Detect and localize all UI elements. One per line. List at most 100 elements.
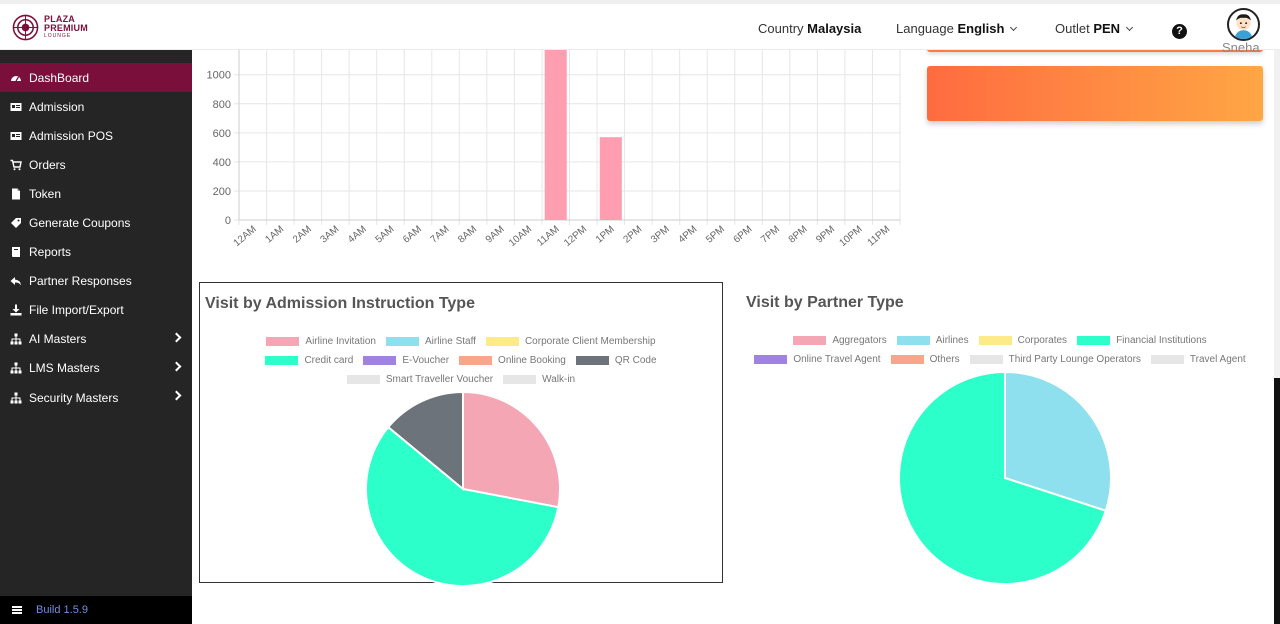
sidebar-item-label: AI Masters (29, 332, 87, 347)
legend-label: Financial Institutions (1116, 334, 1207, 346)
outlet-dropdown[interactable]: Outlet PEN (1055, 21, 1134, 36)
sidebar-item-ai-masters[interactable]: AI Masters (0, 325, 192, 354)
sidebar-item-label: Security Masters (29, 390, 119, 405)
bar-1pm (599, 137, 622, 220)
sidebar-item-partner-responses[interactable]: Partner Responses (0, 267, 192, 296)
legend-item[interactable]: Online Booking (454, 353, 571, 367)
sidebar-item-dashboard[interactable]: DashBoard (0, 63, 192, 93)
summary-card (927, 66, 1263, 121)
admission-instruction-pie (365, 390, 561, 587)
x-tick-label: 10AM (507, 224, 534, 249)
legend-label: Airline Invitation (305, 335, 376, 347)
x-tick-label: 6AM (401, 224, 424, 246)
sidebar-item-admission[interactable]: Admission (0, 92, 192, 121)
sidebar-item-file-import-export[interactable]: File Import/Export (0, 296, 192, 325)
legend-swatch (459, 355, 493, 365)
legend-swatch (503, 374, 537, 384)
dashboard-icon (10, 72, 22, 84)
legend-swatch (485, 336, 519, 346)
cart-icon (10, 159, 22, 171)
legend-item[interactable]: Third Party Lounge Operators (965, 352, 1146, 366)
x-tick-label: 5PM (704, 224, 727, 246)
legend-item[interactable]: Airline Invitation (261, 334, 381, 348)
sidebar-item-label: Generate Coupons (29, 216, 131, 231)
sidebar-item-reports[interactable]: Reports (0, 238, 192, 267)
legend-label: Airlines (935, 334, 969, 346)
bar-11am (544, 50, 567, 220)
reply-icon (10, 275, 22, 287)
legend-label: Airline Staff (425, 335, 476, 347)
partner-type-pie (898, 370, 1112, 585)
legend-item[interactable]: Corporates (974, 333, 1072, 347)
sidebar-item-generate-coupons[interactable]: Generate Coupons (0, 208, 192, 237)
sidebar-item-orders[interactable]: Orders (0, 150, 192, 179)
x-tick-label: 2AM (291, 224, 314, 246)
user-avatar-icon (1234, 14, 1253, 39)
x-tick-label: 8PM (787, 224, 810, 246)
chevron-right-icon (171, 390, 182, 401)
legend-swatch (363, 355, 397, 365)
legend-swatch (346, 374, 380, 384)
legend-item[interactable]: Walk-in (498, 372, 580, 386)
legend-label: Corporates (1017, 334, 1068, 346)
legend-item[interactable]: Aggregators (788, 333, 891, 347)
legend-item[interactable]: Smart Traveller Voucher (342, 372, 498, 386)
help-icon[interactable]: ? (1172, 24, 1187, 39)
sidebar-item-label: Reports (29, 245, 72, 260)
legend-swatch (896, 335, 930, 345)
x-tick-label: 1AM (263, 224, 286, 246)
legend-item[interactable]: QR Code (571, 353, 662, 367)
plaza-logo-icon (12, 14, 39, 41)
sidebar: DashBoard Admission Admission POS Orders Tok… (0, 50, 192, 624)
x-tick-label: 12AM (232, 224, 259, 249)
x-tick-label: 7AM (429, 224, 452, 246)
legend-label: Third Party Lounge Operators (1008, 353, 1141, 365)
x-tick-label: 9PM (814, 224, 837, 246)
pos-icon (10, 130, 22, 142)
book-icon (10, 246, 22, 258)
legend-item[interactable]: Airlines (892, 333, 974, 347)
admission-instruction-panel: Visit by Admission Instruction Type Airl… (199, 282, 723, 587)
sidebar-item-lms-masters[interactable]: LMS Masters (0, 354, 192, 383)
legend-item[interactable]: Travel Agent (1146, 352, 1251, 366)
sidebar-item-security-masters[interactable]: Security Masters (0, 383, 192, 412)
x-tick-label: 11PM (866, 224, 893, 249)
legend-item[interactable]: Credit card (260, 353, 358, 367)
sitemap-icon (10, 333, 22, 345)
legend-swatch (1077, 335, 1111, 345)
legend-item[interactable]: Airline Staff (381, 334, 481, 348)
legend-label: Corporate Client Membership (524, 335, 656, 347)
legend-label: Travel Agent (1189, 353, 1246, 365)
user-name[interactable]: Sneha (1222, 40, 1260, 55)
sitemap-icon (10, 362, 22, 374)
avatar[interactable] (1227, 8, 1260, 41)
y-tick-label: 600 (213, 128, 231, 140)
x-tick-label: 6PM (732, 224, 755, 246)
legend-label: Smart Traveller Voucher (385, 373, 494, 385)
x-tick-label: 4AM (346, 224, 369, 246)
y-tick-label: 400 (213, 157, 231, 169)
legend-swatch (575, 355, 609, 365)
sidebar-item-label: Admission (29, 99, 85, 114)
legend-swatch (969, 354, 1003, 364)
sidebar-item-admission-pos[interactable]: Admission POS (0, 121, 192, 150)
legend-label: E-Voucher (402, 354, 450, 366)
sidebar-item-token[interactable]: Token (0, 179, 192, 208)
chevron-down-icon (1126, 23, 1134, 32)
pie-slice-airline-invitation[interactable] (462, 390, 561, 509)
chevron-right-icon (171, 332, 182, 343)
legend-item[interactable]: Online Travel Agent (749, 352, 885, 366)
y-tick-label: 200 (213, 186, 231, 198)
sidebar-nav: DashBoard Admission Admission POS Orders Tok… (0, 63, 192, 412)
x-tick-label: 12PM (562, 224, 589, 249)
sidebar-item-label: Token (29, 186, 62, 201)
legend-item[interactable]: Others (886, 352, 965, 366)
legend-item[interactable]: Financial Institutions (1072, 333, 1212, 347)
hamburger-icon[interactable] (12, 606, 22, 614)
x-tick-label: 3PM (649, 224, 672, 246)
brand-logo[interactable]: PLAZA PREMIUM LOUNGE (12, 14, 88, 41)
legend-item[interactable]: E-Voucher (358, 353, 454, 367)
scrollbar-thumb[interactable] (1274, 378, 1280, 624)
legend-item[interactable]: Corporate Client Membership (481, 334, 661, 348)
language-dropdown[interactable]: Language English (896, 21, 1018, 36)
